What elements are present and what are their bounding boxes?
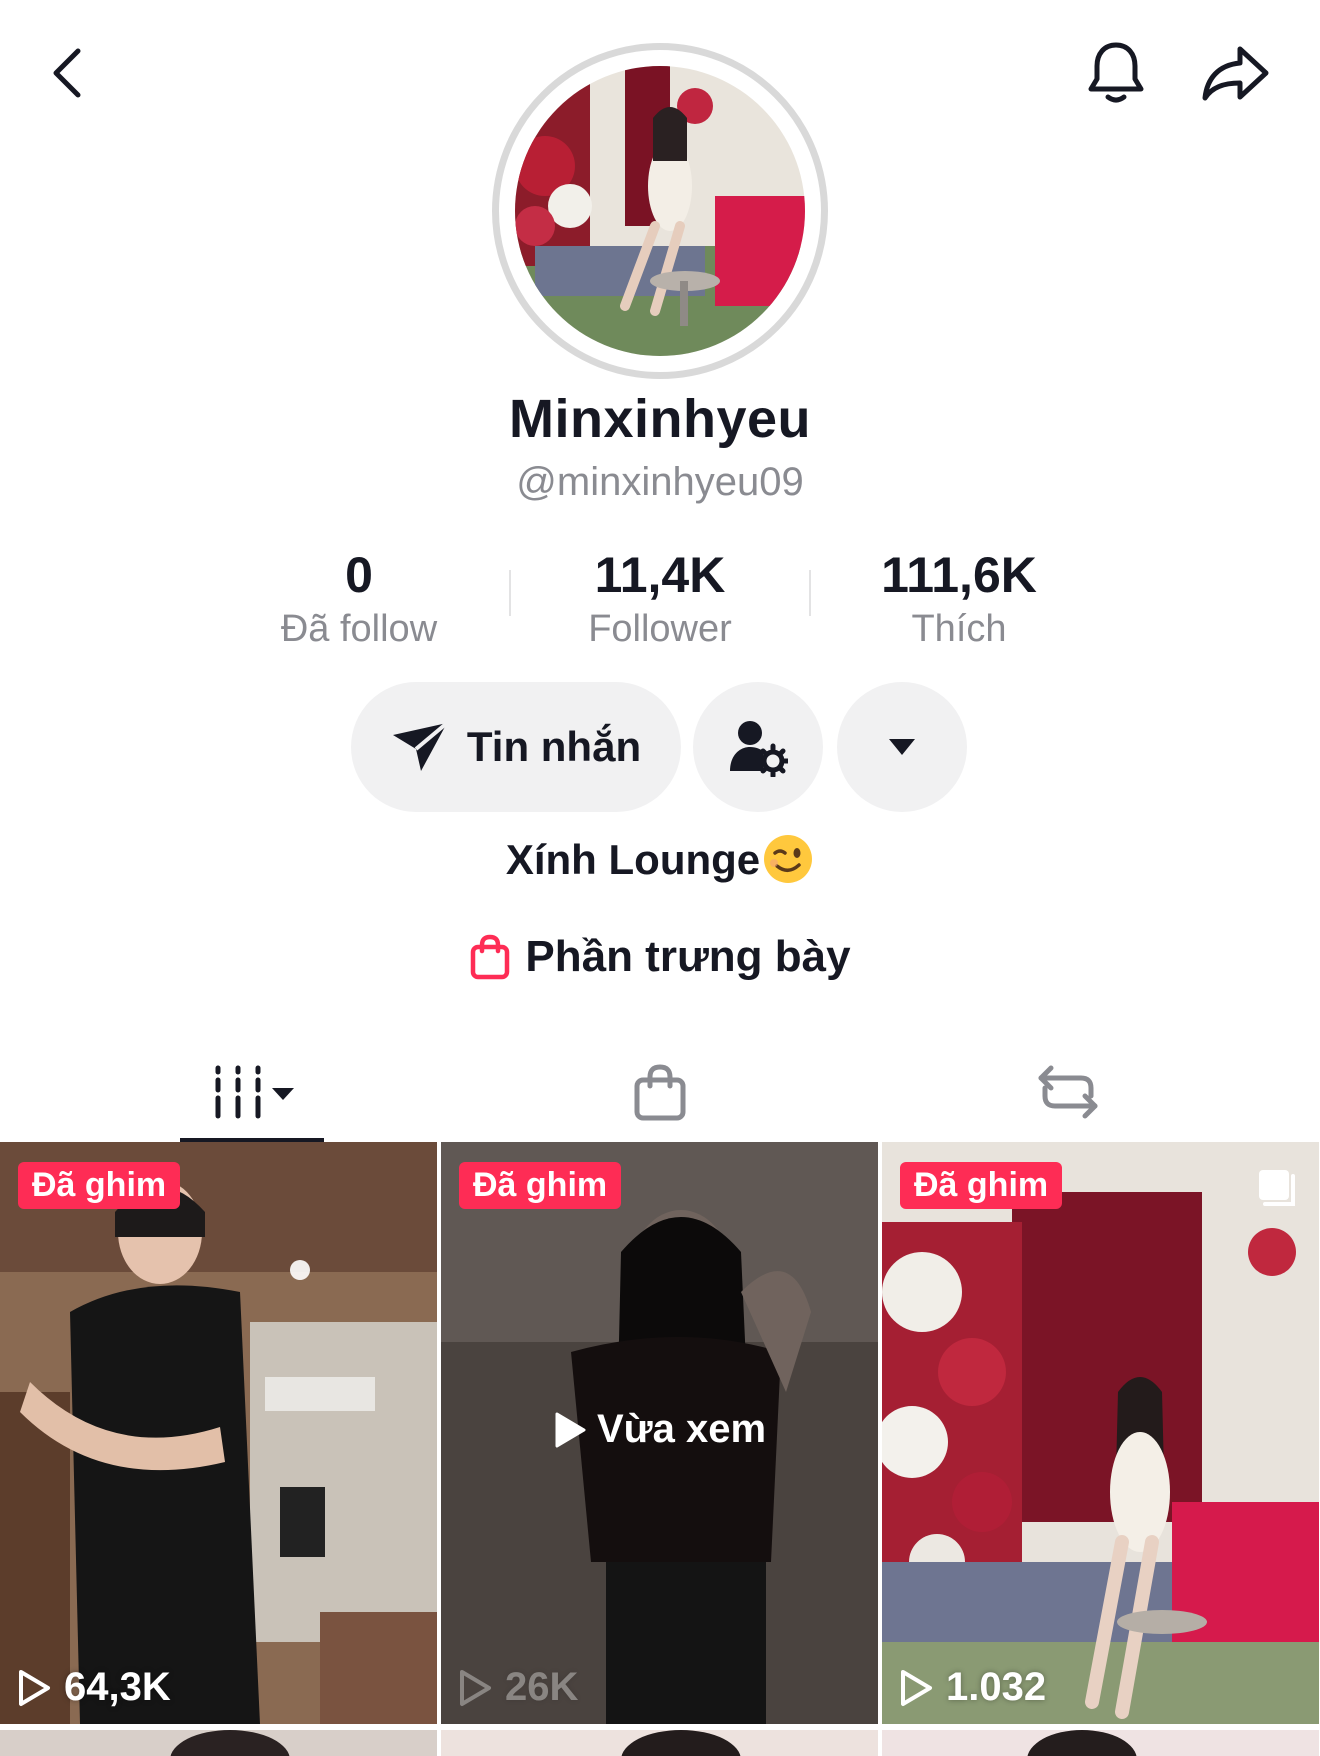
tab-videos[interactable] [180,1040,324,1144]
share-button[interactable] [1196,36,1276,110]
view-count-value: 64,3K [64,1665,171,1709]
winking-face-emoji [764,834,813,883]
avatar[interactable] [515,66,805,356]
stat-divider [509,570,511,616]
grid-videos-icon [215,1065,294,1119]
more-options-button[interactable] [837,682,967,812]
play-outline-icon [19,1669,50,1706]
message-button[interactable]: Tin nhắn [351,682,681,812]
profile-stats: 0 Đã follow 11,4K Follower 111,6K Thích [0,546,1320,656]
view-count: 1.032 [898,1665,1046,1710]
share-arrow-icon [1202,46,1269,101]
stat-followers-label: Follower [588,608,732,650]
caret-down-icon [889,739,915,755]
notifications-button[interactable] [1080,36,1152,110]
pinned-badge: Đã ghim [18,1162,181,1209]
view-count: 64,3K [16,1665,171,1710]
chevron-left-icon [53,48,81,98]
recently-watched-label: Vừa xem [441,1407,878,1452]
bio-text: Xính Lounge [505,836,761,883]
view-count: 26K [457,1665,578,1710]
send-icon [392,721,449,771]
play-outline-icon [901,1669,932,1706]
video-thumbnail-partial[interactable] [441,1730,878,1756]
play-icon [555,1412,586,1447]
photo-carousel-icon [1259,1170,1295,1206]
stat-followers[interactable]: 11,4K Follower [525,546,795,651]
video-thumbnail[interactable]: Đã ghim Vừa xem 26K [441,1142,878,1724]
display-name: Minxinhyeu [508,389,812,449]
stat-following-value: 0 [345,547,373,603]
tab-shop[interactable] [600,1040,720,1144]
play-outline-icon [460,1669,491,1706]
video-grid: Đã ghim 64,3K Đã ghim Vừa xem 26K Đã ghi… [0,1142,1320,1756]
stat-likes-value: 111,6K [881,547,1037,603]
stat-following[interactable]: 0 Đã follow [224,546,494,651]
profile-actions: Tin nhắn [0,682,1320,812]
view-count-value: 26K [505,1665,579,1709]
view-count-value: 1.032 [946,1665,1047,1709]
video-thumbnail[interactable]: Đã ghim 64,3K [0,1142,437,1724]
stat-divider [809,570,811,616]
showcase-link[interactable]: Phần trưng bày [0,932,1320,982]
video-thumbnail-partial[interactable] [882,1730,1319,1756]
content-tabs [0,1040,1320,1144]
video-thumbnail[interactable]: Đã ghim 1.032 [882,1142,1319,1724]
showcase-label: Phần trưng bày [525,932,851,981]
user-settings-button[interactable] [693,682,823,812]
avatar-ring [492,43,828,379]
repost-icon [1038,1065,1098,1119]
shopping-bag-icon [471,934,510,980]
pinned-badge: Đã ghim [459,1162,622,1209]
message-button-label: Tin nhắn [466,723,642,770]
recently-watched-text: Vừa xem [596,1407,767,1451]
stat-followers-value: 11,4K [594,547,726,603]
stat-likes[interactable]: 111,6K Thích [824,546,1094,651]
username-handle: @minxinhyeu09 [516,460,804,504]
video-thumbnail-partial[interactable] [0,1730,437,1756]
pinned-badge: Đã ghim [900,1162,1063,1209]
stat-likes-label: Thích [911,608,1007,650]
bell-icon [1088,42,1144,103]
back-button[interactable] [34,36,98,110]
bio: Xính Lounge [0,834,1320,885]
stat-following-label: Đã follow [280,608,438,650]
user-gear-icon [730,721,788,777]
tab-repost[interactable] [1006,1040,1130,1144]
shopping-bag-icon [634,1064,686,1121]
